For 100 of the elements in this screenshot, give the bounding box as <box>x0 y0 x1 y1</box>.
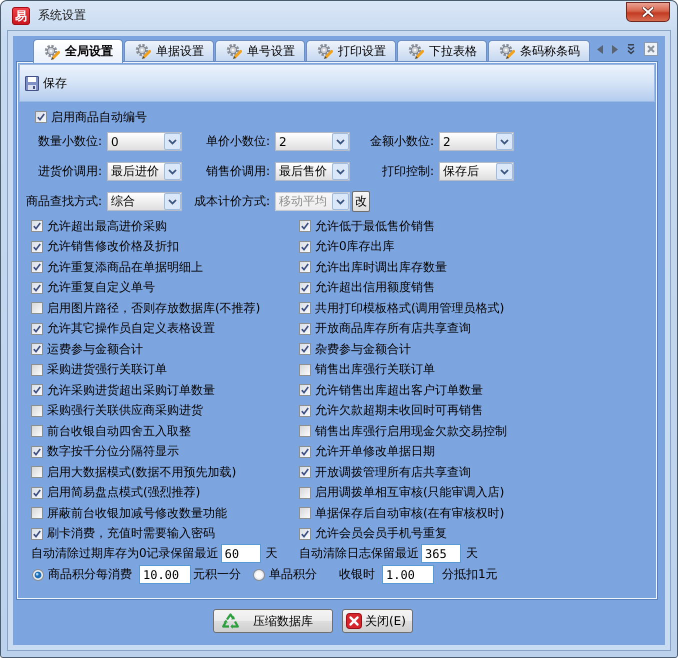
checkbox[interactable] <box>31 322 43 335</box>
tab[interactable]: 单号设置 <box>215 40 305 62</box>
checkbox[interactable] <box>299 240 311 253</box>
checkbox[interactable] <box>299 486 311 499</box>
field-label: 数量小数位: <box>38 133 102 150</box>
chevron-down-icon[interactable] <box>164 193 181 210</box>
checkbox[interactable] <box>299 282 311 294</box>
change-button[interactable]: 改 <box>352 191 370 212</box>
window-close-button[interactable] <box>626 2 670 22</box>
close-tab-icon[interactable] <box>644 42 658 56</box>
input-field[interactable]: 60 <box>220 544 261 563</box>
retention-label: 自动清除过期库存为0记录保留最近 <box>31 545 219 562</box>
retention-label: 自动清除日志保留最近 <box>299 545 419 562</box>
radio-label: 商品积分每消费 <box>48 566 132 583</box>
chevron-down-icon[interactable] <box>332 133 349 150</box>
field-label: 金额小数位: <box>370 133 434 150</box>
tab-list-icon[interactable] <box>627 44 635 54</box>
unit-label: 分抵扣1元 <box>442 566 498 583</box>
chevron-down-icon[interactable] <box>332 163 349 180</box>
checkbox[interactable] <box>299 364 311 376</box>
checkbox-label: 允许会员会员手机号重复 <box>315 525 447 542</box>
tab[interactable]: 单据设置 <box>124 40 214 62</box>
checkbox[interactable] <box>299 466 311 478</box>
checkbox[interactable] <box>35 111 47 123</box>
checkbox[interactable] <box>299 446 311 458</box>
dropdown[interactable]: 保存后 <box>439 162 514 181</box>
checkbox[interactable] <box>31 364 43 376</box>
checkbox[interactable] <box>31 384 43 396</box>
checkbox[interactable] <box>31 220 43 232</box>
checkbox[interactable] <box>299 322 311 335</box>
checkbox-label: 杂费参与金额合计 <box>315 340 411 358</box>
checkbox[interactable] <box>31 404 43 417</box>
gear-pencil-icon <box>499 43 515 59</box>
checkbox[interactable] <box>31 486 43 499</box>
checkbox[interactable] <box>299 425 311 438</box>
chevron-down-icon[interactable] <box>496 163 513 180</box>
checkbox[interactable] <box>31 282 43 294</box>
radio-button[interactable] <box>32 568 44 580</box>
checkbox[interactable] <box>31 425 43 438</box>
gear-pencil-icon <box>408 43 424 59</box>
dropdown[interactable]: 2 <box>275 132 350 151</box>
input-field[interactable]: 10.00 <box>139 565 191 584</box>
checkbox-label: 允许欠款超期未收回时可再销售 <box>315 402 483 420</box>
checkbox[interactable] <box>299 343 311 356</box>
checkbox[interactable] <box>31 446 43 458</box>
checkbox-label: 共用打印模板格式(调用管理员格式) <box>315 300 504 317</box>
checkbox[interactable] <box>31 343 43 356</box>
field-label: 打印控制: <box>382 163 434 180</box>
input-field[interactable]: 1.00 <box>382 565 434 584</box>
checkbox-label: 数字按千分位分隔符显示 <box>47 443 179 460</box>
checkbox[interactable] <box>299 220 311 232</box>
checkbox-label: 允许销售修改价格及折扣 <box>47 238 179 256</box>
tab[interactable]: 条码称条码 <box>488 40 590 62</box>
field-label: 进货价调用: <box>38 163 102 180</box>
checkbox-label: 允许超出最高进价采购 <box>47 218 167 235</box>
checkbox-label: 屏蔽前台收银加减号修改数量功能 <box>47 504 227 522</box>
tab[interactable]: 打印设置 <box>306 40 396 62</box>
gear-pencil-icon <box>135 43 151 59</box>
checkbox[interactable] <box>299 507 311 520</box>
dropdown[interactable]: 0 <box>107 132 182 151</box>
save-icon <box>25 76 39 90</box>
gear-pencil-icon <box>226 43 242 59</box>
dropdown[interactable]: 2 <box>439 132 514 151</box>
dropdown[interactable]: 综合 <box>107 192 182 211</box>
checkbox-label: 允许开单修改单据日期 <box>315 443 435 460</box>
radio-button[interactable] <box>253 568 265 580</box>
field-label: 收银时 <box>339 566 375 583</box>
checkbox[interactable] <box>31 240 43 253</box>
checkbox[interactable] <box>31 507 43 520</box>
close-button[interactable]: 关闭(E) <box>342 609 413 633</box>
dropdown[interactable]: 最后进价 <box>107 162 182 181</box>
checkbox-label: 启用商品自动编号 <box>51 108 147 126</box>
checkbox-label: 开放商品库存所有店共享查询 <box>315 320 471 338</box>
chevron-down-icon[interactable] <box>164 133 181 150</box>
checkbox[interactable] <box>31 528 43 540</box>
save-button[interactable]: 保存 <box>23 72 69 94</box>
field-label: 成本计价方式: <box>194 193 270 210</box>
window-title: 系统设置 <box>38 7 86 24</box>
checkbox[interactable] <box>31 261 43 274</box>
chevron-down-icon[interactable] <box>496 133 513 150</box>
compress-database-button[interactable]: 压缩数据库 <box>213 609 333 633</box>
chevron-down-icon[interactable] <box>164 163 181 180</box>
unit-label: 元积一分 <box>193 566 241 583</box>
tab[interactable]: 下拉表格 <box>397 40 487 62</box>
dropdown[interactable]: 最后售价 <box>275 162 350 181</box>
checkbox[interactable] <box>299 384 311 396</box>
input-field[interactable]: 365 <box>421 544 461 563</box>
checkbox[interactable] <box>299 261 311 274</box>
gear-pencil-icon <box>44 44 60 60</box>
gear-pencil-icon <box>317 43 333 59</box>
checkbox[interactable] <box>299 404 311 417</box>
checkbox-label: 允许采购进货超出采购订单数量 <box>47 382 215 399</box>
checkbox[interactable] <box>299 528 311 540</box>
app-logo: 易 <box>12 6 30 24</box>
checkbox[interactable] <box>31 302 43 314</box>
checkbox[interactable] <box>299 302 311 314</box>
field-label: 商品查找方式: <box>26 193 102 210</box>
checkbox[interactable] <box>31 466 43 478</box>
checkbox-label: 启用简易盘点模式(强烈推荐) <box>47 484 200 502</box>
tab[interactable]: 全局设置 <box>33 39 123 63</box>
